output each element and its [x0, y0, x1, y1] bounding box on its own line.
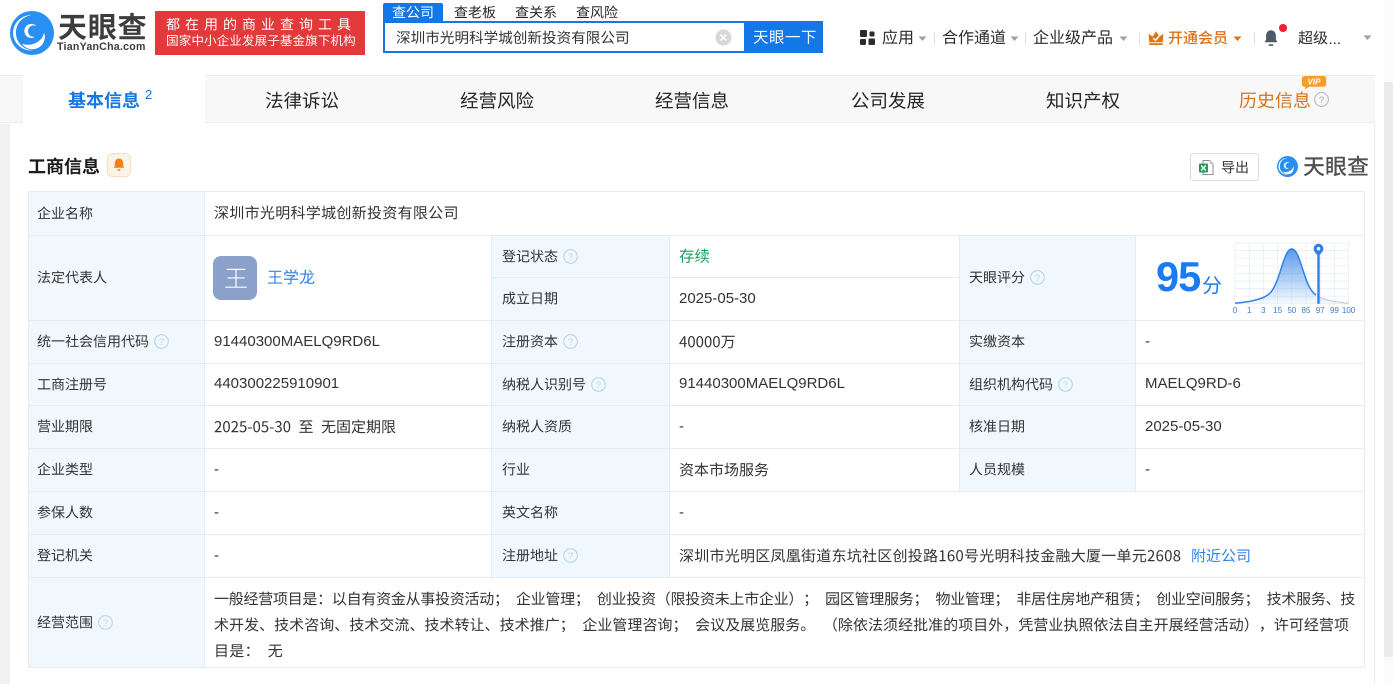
- svg-text:85: 85: [1302, 306, 1311, 315]
- svg-text:97: 97: [1316, 306, 1325, 315]
- svg-text:0: 0: [1233, 306, 1238, 315]
- svg-text:VIP: VIP: [1307, 78, 1321, 87]
- svg-text:?: ?: [596, 379, 601, 390]
- svg-text:?: ?: [568, 336, 573, 347]
- svg-text:50: 50: [1287, 306, 1296, 315]
- svg-text:?: ?: [158, 336, 163, 347]
- svg-text:?: ?: [568, 251, 573, 262]
- svg-text:100: 100: [1342, 306, 1355, 315]
- svg-text:?: ?: [1035, 272, 1040, 283]
- svg-text:?: ?: [1319, 95, 1324, 106]
- svg-text:?: ?: [568, 550, 573, 561]
- svg-text:3: 3: [1261, 306, 1266, 315]
- svg-text:?: ?: [102, 617, 107, 628]
- svg-text:99: 99: [1330, 306, 1339, 315]
- svg-text:15: 15: [1273, 306, 1282, 315]
- svg-text:?: ?: [1063, 379, 1068, 390]
- svg-text:1: 1: [1247, 306, 1252, 315]
